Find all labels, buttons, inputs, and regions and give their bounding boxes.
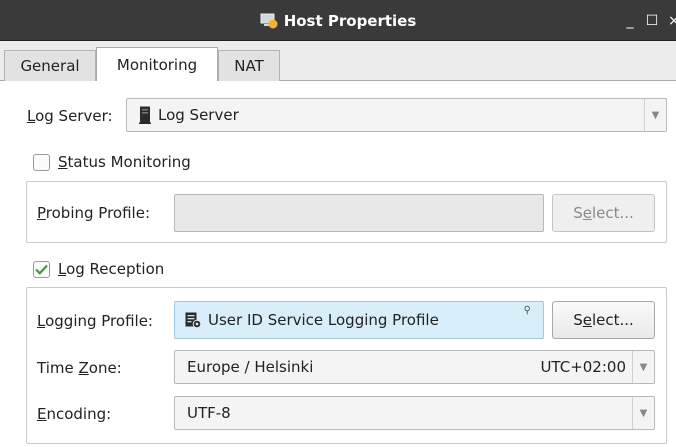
monitoring-panel: Log Server: Log Server ▼ Status Monitori… [0,81,676,447]
window-title-text: Host Properties [283,11,417,30]
tab-general[interactable]: General [4,50,96,81]
log-reception-checkbox[interactable] [33,261,50,278]
probing-profile-field [174,194,544,232]
tab-bar: General Monitoring NAT [0,41,676,82]
log-reception-label: Log Reception [58,260,165,278]
logging-profile-field[interactable]: User ID Service Logging Profile ⚲ [174,301,544,339]
logging-profile-icon [185,312,201,328]
time-zone-value: Europe / Helsinki [187,358,314,376]
checkmark-icon [35,264,48,275]
tab-monitoring-label: Monitoring [116,56,198,74]
minimize-button[interactable]: _ [622,13,638,29]
tab-monitoring[interactable]: Monitoring [96,47,218,82]
logging-profile-value: User ID Service Logging Profile [208,311,439,329]
status-monitoring-group: Probing Profile: Se lect... [26,181,667,243]
tab-general-label: General [20,57,80,75]
log-server-select[interactable]: Log Server ▼ [126,98,667,132]
log-reception-group: Logging Profile: User ID Service Logging… [26,287,667,444]
probing-profile-select-button[interactable]: Se lect... [552,194,655,232]
time-zone-label: Time Zone: [37,359,122,377]
search-icon[interactable]: ⚲ [524,305,531,316]
time-zone-offset: UTC+02:00 [540,358,626,376]
logging-profile-label: Logging Profile: [37,312,153,330]
encoding-label: Encoding: [37,405,112,423]
host-properties-icon [260,13,278,29]
status-monitoring-checkbox[interactable] [33,154,50,171]
maximize-button[interactable]: ☐ [644,13,660,29]
chevron-down-icon[interactable]: ▼ [632,351,654,383]
encoding-select[interactable]: UTF-8 ▼ [174,396,655,430]
probing-profile-label: Probing Profile: [37,204,150,222]
window-title: Host Properties [0,0,676,41]
title-bar[interactable]: Host Properties _ ☐ × [0,0,676,41]
close-button[interactable]: × [666,13,676,29]
logging-profile-select-button[interactable]: Se lect... [552,301,655,339]
encoding-value: UTF-8 [187,404,231,422]
log-server-value: Log Server [158,106,239,124]
chevron-down-icon[interactable]: ▼ [644,99,666,131]
log-server-label: Log Server: [27,107,113,125]
time-zone-select[interactable]: Europe / Helsinki UTC+02:00 ▼ [174,350,655,384]
tab-nat[interactable]: NAT [218,50,280,81]
tab-nat-label: NAT [234,57,264,75]
server-icon [139,106,151,124]
status-monitoring-label: Status Monitoring [58,153,191,171]
chevron-down-icon[interactable]: ▼ [632,397,654,429]
